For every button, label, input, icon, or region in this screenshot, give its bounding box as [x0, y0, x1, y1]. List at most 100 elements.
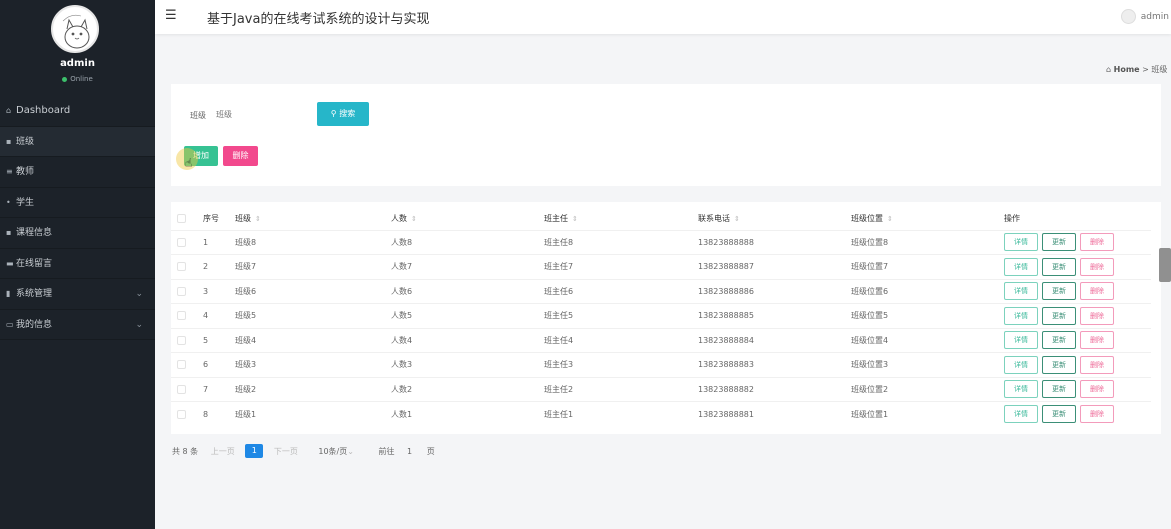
- column-header-label: 班级: [235, 214, 251, 224]
- cell-no: 1: [203, 229, 235, 255]
- row-checkbox[interactable]: [177, 286, 186, 296]
- sidebar-item-student[interactable]: • 学生: [0, 188, 155, 218]
- cell-location: 班级位置3: [851, 352, 1004, 377]
- column-header-no: 序号: [203, 208, 235, 230]
- cell-phone: 13823888886: [698, 278, 851, 304]
- select-all-checkbox[interactable]: [177, 214, 186, 224]
- row-checkbox[interactable]: [177, 384, 186, 394]
- sort-icon[interactable]: ⇕: [411, 215, 417, 223]
- header-user-menu[interactable]: admin: [1120, 9, 1169, 24]
- sidebar-item-label: 系统管理: [16, 289, 53, 299]
- update-button[interactable]: 更新: [1042, 282, 1076, 301]
- breadcrumb-home[interactable]: Home: [1114, 65, 1140, 74]
- update-button[interactable]: 更新: [1042, 331, 1076, 350]
- cell-actions: 详情 更新 删除: [1004, 352, 1151, 377]
- column-header-count[interactable]: 人数 ⇕: [391, 208, 544, 230]
- sort-icon[interactable]: ⇕: [887, 215, 893, 223]
- sidebar-item-class[interactable]: ▪ 班级: [0, 126, 155, 157]
- cell-count: 人数7: [391, 254, 544, 279]
- menu-toggle-icon[interactable]: ☰: [165, 8, 177, 23]
- cell-location: 班级位置7: [851, 254, 1004, 279]
- update-button[interactable]: 更新: [1042, 380, 1076, 399]
- update-button[interactable]: 更新: [1042, 355, 1076, 374]
- delete-button[interactable]: 删除: [1080, 282, 1114, 301]
- sidebar-item-profile[interactable]: ▭ 我的信息 ⌄: [0, 310, 155, 340]
- detail-button[interactable]: 详情: [1004, 331, 1038, 350]
- cell-location: 班级位置1: [851, 401, 1004, 426]
- page-size-select[interactable]: 10条/页 ⌄: [318, 446, 354, 457]
- cell-no: 8: [203, 401, 235, 426]
- delete-button[interactable]: 删除: [1080, 380, 1114, 399]
- grid-icon: ▪: [6, 136, 12, 146]
- delete-button[interactable]: 删除: [1080, 355, 1114, 374]
- detail-button[interactable]: 详情: [1004, 233, 1038, 252]
- next-page-button[interactable]: 下一页: [274, 446, 298, 457]
- search-button[interactable]: ⚲ 搜索: [317, 102, 369, 126]
- cell-actions: 详情 更新 删除: [1004, 376, 1151, 402]
- cell-class: 班级5: [235, 303, 391, 328]
- prev-page-button[interactable]: 上一页: [211, 446, 235, 457]
- update-button[interactable]: 更新: [1042, 405, 1076, 423]
- column-header-location[interactable]: 班级位置 ⇕: [851, 208, 1004, 230]
- sidebar-item-message[interactable]: ▬ 在线留言: [0, 249, 155, 279]
- detail-button[interactable]: 详情: [1004, 355, 1038, 374]
- row-checkbox[interactable]: [177, 335, 186, 345]
- update-button[interactable]: 更新: [1042, 306, 1076, 325]
- delete-button[interactable]: 删除: [1080, 233, 1114, 252]
- row-checkbox[interactable]: [177, 360, 186, 370]
- sort-icon[interactable]: ⇕: [572, 215, 578, 223]
- cell-phone: 13823888882: [698, 376, 851, 402]
- cell-no: 6: [203, 352, 235, 377]
- column-header-phone[interactable]: 联系电话 ⇕: [698, 208, 851, 230]
- delete-button[interactable]: 删除: [1080, 306, 1114, 325]
- cell-no: 3: [203, 278, 235, 304]
- sidebar-item-system[interactable]: ▮ 系统管理 ⌄: [0, 279, 155, 310]
- delete-button[interactable]: 删除: [1080, 405, 1114, 423]
- cell-teacher: 班主任4: [544, 327, 698, 353]
- row-select-cell: [171, 254, 203, 279]
- update-button[interactable]: 更新: [1042, 257, 1076, 276]
- sort-icon[interactable]: ⇕: [255, 215, 261, 223]
- row-checkbox[interactable]: [177, 237, 186, 247]
- cell-phone: 13823888885: [698, 303, 851, 328]
- table-body: 1 班级8 人数8 班主任8 13823888888 班级位置8 详情 更新 删除 2 班级7 人数7…: [171, 229, 1151, 426]
- column-header-label: 班主任: [544, 214, 568, 224]
- search-icon: ⚲: [330, 109, 340, 118]
- sidebar-item-label: 教师: [16, 167, 35, 177]
- cell-count: 人数5: [391, 303, 544, 328]
- row-select-cell: [171, 376, 203, 402]
- row-checkbox[interactable]: [177, 409, 186, 419]
- detail-button[interactable]: 详情: [1004, 257, 1038, 276]
- detail-button[interactable]: 详情: [1004, 405, 1038, 423]
- bulk-delete-button[interactable]: 删除: [223, 146, 258, 166]
- column-header-class[interactable]: 班级 ⇕: [235, 208, 391, 230]
- detail-button[interactable]: 详情: [1004, 306, 1038, 325]
- current-page-button[interactable]: 1: [245, 444, 264, 458]
- row-checkbox[interactable]: [177, 262, 186, 272]
- search-button-label: 搜索: [339, 109, 356, 118]
- row-checkbox[interactable]: [177, 311, 186, 321]
- detail-button[interactable]: 详情: [1004, 380, 1038, 399]
- sidebar-item-teacher[interactable]: ≡ 教师: [0, 157, 155, 188]
- row-select-cell: [171, 327, 203, 353]
- page-size-value: 10条/页: [318, 446, 348, 456]
- breadcrumb: ⌂ Home > 班级: [1106, 64, 1167, 75]
- goto-page-input[interactable]: 1: [407, 447, 412, 456]
- page-unit-label: 页: [426, 446, 435, 456]
- search-input[interactable]: [216, 103, 311, 125]
- sidebar-item-course[interactable]: ▪ 课程信息: [0, 218, 155, 249]
- delete-button[interactable]: 删除: [1080, 257, 1114, 276]
- sidebar-menu: ⌂ Dashboard ▪ 班级 ≡ 教师 • 学生 ▪ 课程信息 ▬ 在线留言 ▮ 系统管理…: [0, 96, 155, 340]
- detail-button[interactable]: 详情: [1004, 282, 1038, 301]
- cell-class: 班级3: [235, 352, 391, 377]
- table-row: 3 班级6 人数6 班主任6 13823888886 班级位置6 详情 更新 删除: [171, 278, 1151, 304]
- avatar[interactable]: [51, 5, 99, 53]
- update-button[interactable]: 更新: [1042, 233, 1076, 252]
- scrollbar-thumb[interactable]: [1159, 248, 1171, 282]
- users-icon: •: [6, 197, 11, 207]
- delete-button[interactable]: 删除: [1080, 331, 1114, 350]
- table-row: 1 班级8 人数8 班主任8 13823888888 班级位置8 详情 更新 删除: [171, 229, 1151, 255]
- column-header-teacher[interactable]: 班主任 ⇕: [544, 208, 698, 230]
- sort-icon[interactable]: ⇕: [734, 215, 740, 223]
- sidebar-item-dashboard[interactable]: ⌂ Dashboard: [0, 96, 155, 127]
